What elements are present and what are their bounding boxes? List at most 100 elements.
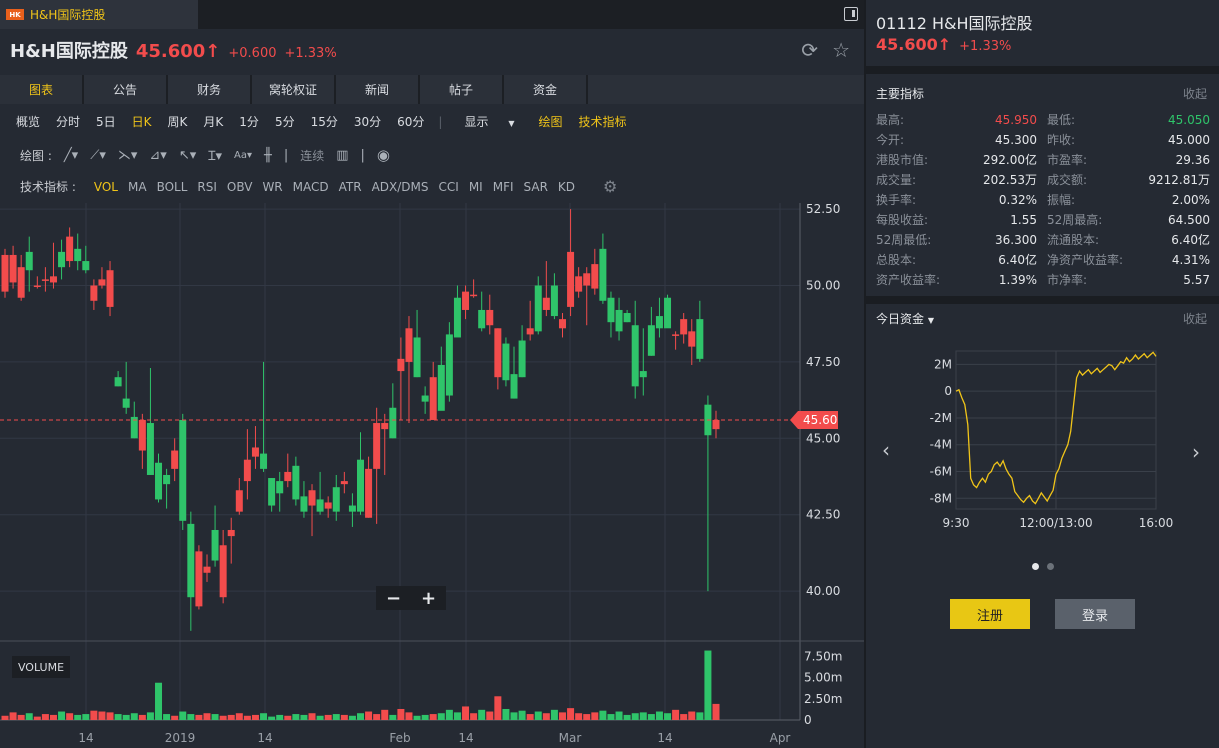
fund-collapse[interactable]: 收起 [1183, 310, 1207, 327]
fund-menu[interactable]: 今日资金 ▼ [876, 310, 934, 327]
metric-label: 今开: [876, 133, 905, 147]
channel-tool-icon[interactable]: ⟋▾ [90, 148, 106, 163]
period-1min[interactable]: 1分 [231, 113, 267, 130]
tech-indicator-toggle[interactable]: 技术指标 [570, 113, 634, 130]
indicator-boll[interactable]: BOLL [157, 180, 188, 194]
indicator-rsi[interactable]: RSI [197, 180, 217, 194]
star-icon[interactable]: ☆ [832, 38, 850, 62]
volume-bar [534, 711, 542, 720]
volume-bar [146, 712, 154, 720]
tab-news[interactable]: 新闻 [336, 75, 418, 104]
zoom-in-button[interactable]: + [421, 588, 436, 609]
fork-tool-icon[interactable]: ⋋▾ [118, 148, 138, 163]
fund-y-tick-label: 2M [934, 357, 952, 371]
metric-label: 净资产收益率: [1047, 253, 1124, 267]
period-5day[interactable]: 5日 [88, 113, 124, 130]
period-5min[interactable]: 5分 [267, 113, 303, 130]
gear-icon[interactable]: ⚙ [603, 177, 617, 196]
login-button[interactable]: 登录 [1055, 599, 1135, 629]
candle-body [324, 502, 332, 509]
section-divider-2 [866, 296, 1219, 304]
volume-bar [453, 712, 461, 720]
indicator-atr[interactable]: ATR [339, 180, 362, 194]
metric-value: 5.57 [1183, 273, 1210, 287]
period-overview[interactable]: 概览 [8, 113, 48, 130]
refresh-icon[interactable]: ⟳ [801, 38, 818, 62]
candle-body [647, 325, 655, 356]
metric-value: 36.300 [995, 233, 1037, 247]
candle-body [502, 343, 510, 381]
period-timeshare[interactable]: 分时 [48, 113, 88, 130]
indicator-mi[interactable]: MI [469, 180, 483, 194]
drawing-toolbar: 绘图 : ╱▾ ⟋▾ ⋋▾ ⊿▾ ↖▾ Ɪ▾ Aa▾ ╫ | 连续 ▥ | ◉ [20, 146, 390, 164]
draw-toggle[interactable]: 绘图 [530, 113, 570, 130]
arrow-tool-icon[interactable]: ↖▾ [179, 148, 196, 163]
time-tick-label: 14 [458, 731, 473, 745]
volume-bar [332, 714, 340, 720]
indicator-vol[interactable]: VOL [94, 180, 118, 194]
zoom-out-button[interactable]: − [386, 588, 401, 609]
tab-warrants[interactable]: 窝轮权证 [252, 75, 334, 104]
display-menu[interactable]: 显示 ▼ [448, 113, 530, 130]
fib-tool-icon[interactable]: ⊿▾ [149, 148, 166, 163]
candle-body [373, 423, 381, 469]
indicator-mfi[interactable]: MFI [493, 180, 514, 194]
candle-body [437, 364, 445, 411]
metric-value: 6.40亿 [1171, 233, 1210, 247]
period-weekly-k[interactable]: 周K [160, 113, 196, 130]
candlestick-chart[interactable]: 52.50 50.00 47.50 45.00 42.50 40.00 14 2019 14 Fe… [0, 203, 864, 748]
candle-body [664, 297, 672, 329]
carousel-dot-active[interactable] [1032, 563, 1039, 570]
metric-label: 资产收益率: [876, 273, 941, 287]
tab-financials[interactable]: 财务 [168, 75, 250, 104]
period-daily-k[interactable]: 日K [124, 113, 160, 130]
candle-body [33, 285, 41, 288]
chevron-right-icon[interactable]: › [1192, 440, 1200, 464]
indicator-cci[interactable]: CCI [439, 180, 459, 194]
candle-body [211, 529, 219, 561]
line-tool-icon[interactable]: ╱▾ [64, 148, 78, 163]
indicator-obv[interactable]: OBV [227, 180, 253, 194]
period-15min[interactable]: 15分 [303, 113, 346, 130]
candle-body [146, 423, 154, 475]
fund-title: 今日资金 [876, 312, 925, 326]
tab-posts[interactable]: 帖子 [420, 75, 502, 104]
volume-bar [9, 712, 17, 720]
candle-body [623, 313, 631, 323]
volume-tick-label: 2.50m [804, 692, 842, 706]
sidebar-change-pct: +1.33% [959, 39, 1012, 54]
metric-value: 202.53万 [983, 173, 1037, 187]
register-button[interactable]: 注册 [950, 599, 1030, 629]
candle-body [308, 490, 316, 506]
tab-announcements[interactable]: 公告 [84, 75, 166, 104]
indicator-sar[interactable]: SAR [524, 180, 548, 194]
candle-body [631, 325, 639, 387]
indicator-macd[interactable]: MACD [293, 180, 329, 194]
indicator-adx[interactable]: ADX/DMS [372, 180, 429, 194]
candle-body [332, 487, 340, 512]
tab-chart[interactable]: 图表 [0, 75, 82, 104]
indicator-wr[interactable]: WR [262, 180, 282, 194]
quote-header: H&H国际控股 45.600↑ +0.600 +1.33% [10, 37, 337, 63]
tab-funds[interactable]: 资金 [504, 75, 586, 104]
period-30min[interactable]: 30分 [346, 113, 389, 130]
info-sidebar: 01112 H&H国际控股 45.600↑ +1.33% 主要指标 收起 最高:… [866, 0, 1219, 748]
indicator-ma[interactable]: MA [128, 180, 147, 194]
carousel-dot[interactable] [1047, 563, 1054, 570]
candle-tool-icon[interactable]: ╫ [264, 148, 272, 163]
trash-icon[interactable]: ▥ [336, 148, 348, 163]
candle-body [381, 423, 389, 430]
candle-body [235, 490, 243, 512]
stock-tab-title: H&H国际控股 [30, 8, 106, 22]
continuous-draw-toggle[interactable]: 连续 [300, 147, 324, 164]
metrics-collapse[interactable]: 收起 [1183, 85, 1207, 102]
candle-body [389, 407, 397, 439]
period-60min[interactable]: 60分 [389, 113, 432, 130]
eye-icon[interactable]: ◉ [377, 146, 390, 164]
indicator-kd[interactable]: KD [558, 180, 575, 194]
measure-tool-icon[interactable]: Ɪ▾ [208, 146, 222, 164]
toggle-panel-icon[interactable] [844, 7, 858, 21]
period-monthly-k[interactable]: 月K [195, 113, 231, 130]
text-tool-icon[interactable]: Aa▾ [234, 150, 252, 161]
stock-tab[interactable]: HK H&H国际控股 [0, 0, 198, 29]
